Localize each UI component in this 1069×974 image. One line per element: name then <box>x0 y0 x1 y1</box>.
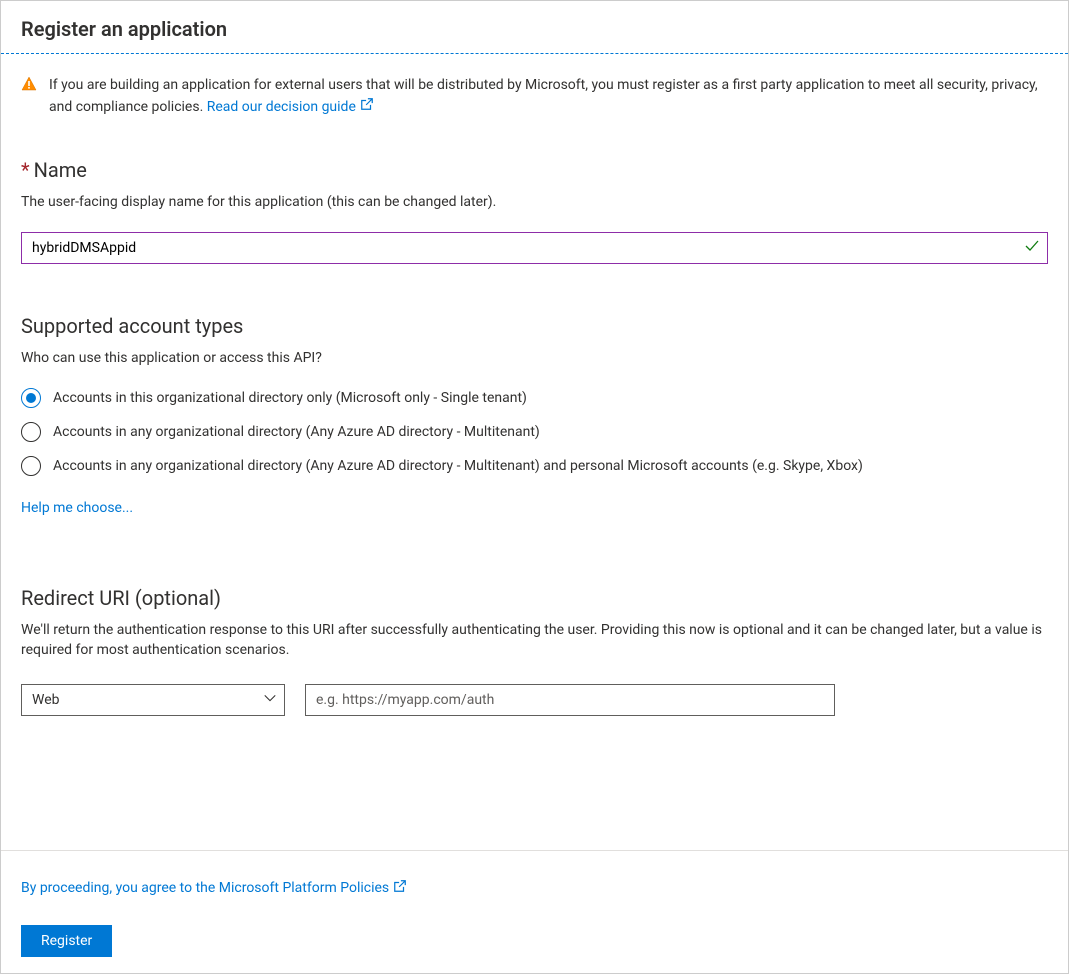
chevron-down-icon <box>263 691 277 709</box>
app-name-input[interactable] <box>21 232 1048 264</box>
radio-icon <box>21 388 41 408</box>
decision-guide-link[interactable]: Read our decision guide <box>207 99 374 115</box>
redirect-description: We'll return the authentication response… <box>21 620 1048 660</box>
warning-icon <box>21 76 37 96</box>
redirect-title: Redirect URI (optional) <box>21 586 1048 610</box>
external-link-icon <box>393 879 407 897</box>
name-label: *Name <box>21 158 1048 182</box>
radio-label: Accounts in any organizational directory… <box>53 424 540 440</box>
radio-single-tenant[interactable]: Accounts in this organizational director… <box>21 388 1048 408</box>
account-types-description: Who can use this application or access t… <box>21 348 1048 368</box>
platform-policies-link[interactable]: By proceeding, you agree to the Microsof… <box>21 879 407 897</box>
required-indicator: * <box>21 158 30 182</box>
radio-icon <box>21 456 41 476</box>
account-types-title: Supported account types <box>21 314 1048 338</box>
radio-label: Accounts in this organizational director… <box>53 390 527 406</box>
register-button[interactable]: Register <box>21 925 112 957</box>
radio-multitenant[interactable]: Accounts in any organizational directory… <box>21 422 1048 442</box>
radio-icon <box>21 422 41 442</box>
account-types-radio-group: Accounts in this organizational director… <box>21 388 1048 476</box>
name-description: The user-facing display name for this ap… <box>21 192 1048 212</box>
page-title: Register an application <box>21 17 1048 41</box>
info-alert: If you are building an application for e… <box>21 74 1048 118</box>
select-value: Web <box>32 692 60 708</box>
check-icon <box>1024 238 1040 258</box>
footer: By proceeding, you agree to the Microsof… <box>1 850 1068 973</box>
page-header: Register an application <box>1 1 1068 54</box>
redirect-uri-section: Redirect URI (optional) We'll return the… <box>21 586 1048 716</box>
radio-label: Accounts in any organizational directory… <box>53 458 863 474</box>
redirect-type-select[interactable]: Web <box>21 684 285 716</box>
radio-multitenant-personal[interactable]: Accounts in any organizational directory… <box>21 456 1048 476</box>
external-link-icon <box>360 96 374 118</box>
account-types-section: Supported account types Who can use this… <box>21 314 1048 586</box>
redirect-uri-input[interactable] <box>305 684 835 716</box>
help-me-choose-link[interactable]: Help me choose... <box>21 500 133 516</box>
alert-text: If you are building an application for e… <box>49 74 1048 118</box>
name-section: *Name The user-facing display name for t… <box>21 158 1048 264</box>
